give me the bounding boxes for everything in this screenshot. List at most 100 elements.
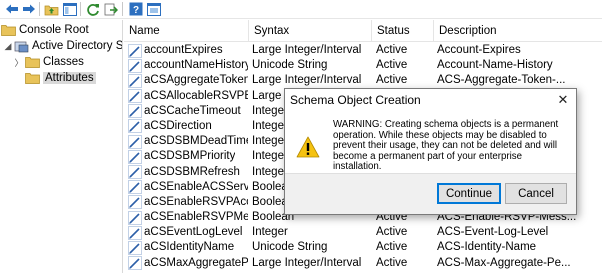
attribute-icon [128,104,142,119]
attribute-name: aCSDSBMPriority [144,150,236,163]
folder-icon [0,22,16,38]
table-row[interactable]: aCSAggregateTokenR... Large Integer/Inter… [124,73,602,88]
help-icon[interactable]: ? [127,1,144,17]
cancel-button[interactable]: Cancel [505,183,567,204]
attribute-name-cell: accountNameHistory [128,58,248,73]
attribute-name-cell: aCSAllocableRSVPBan... [128,89,248,104]
attribute-name-cell: aCSAggregateTokenR... [128,73,248,88]
attribute-description: Account-Name-History [437,59,553,72]
attribute-syntax: Integer [252,226,288,239]
column-header-syntax[interactable]: Syntax [249,20,372,42]
show-hide-tree-icon[interactable] [61,1,78,17]
attribute-syntax: Large Integer/Interval [252,44,362,56]
tree-item-console-root[interactable]: Console Root [0,22,89,38]
attribute-icon [128,165,142,179]
attribute-status: Active [376,226,408,239]
table-row[interactable]: accountNameHistory Unicode String Active Ac… [124,58,602,73]
attribute-status: Active [376,59,408,72]
attribute-name: aCSIdentityName [144,241,235,254]
schema-snapin-icon [13,38,29,54]
attribute-icon [128,89,142,103]
attribute-syntax: Large Integer/Interval [252,256,362,269]
attribute-name: aCSMaxAggregatePea... [144,256,248,269]
attribute-syntax: Unicode String [252,59,328,72]
tree-item-attributes[interactable]: Attributes [24,70,96,86]
dialog-message: WARNING: Creating schema objects is a pe… [333,119,559,173]
attribute-description: ACS-Max-Aggregate-Pe... [437,256,571,269]
tree-item-label: Console Root [19,24,89,36]
refresh-icon[interactable] [84,1,101,17]
properties-icon[interactable] [145,1,162,17]
column-header-name[interactable]: Name [124,20,249,42]
attribute-name-cell: aCSEventLogLevel [128,225,248,240]
attribute-name-cell: accountExpires [128,43,248,58]
attribute-name-cell: aCSEnableACSService [128,180,248,195]
attribute-description: ACS-Aggregate-Token-... [437,74,566,87]
attribute-name: aCSEnableACSService [144,180,248,193]
schema-object-creation-dialog: Schema Object Creation ✕ WARNING: Creati… [284,88,577,215]
up-folder-icon[interactable] [43,1,60,17]
continue-button[interactable]: Continue [437,183,501,204]
attribute-name-cell: aCSDirection [128,119,248,134]
attribute-icon [128,195,142,210]
warning-icon [296,136,320,158]
tree-item-label: Attributes [43,72,96,84]
tree-item-classes[interactable]: 〉 Classes [14,54,84,70]
close-icon[interactable]: ✕ [556,93,570,107]
attribute-name: aCSAggregateTokenR... [144,74,248,87]
table-row[interactable]: aCSEventLogLevel Integer Active ACS-Event-L… [124,225,602,240]
table-row[interactable]: aCSMaxAggregatePea... Large Integer/Inter… [124,256,602,271]
console-tree: Console Root ◢ Active Directory Sche 〉 C… [0,20,123,273]
attribute-name-cell: aCSIdentityName [128,240,248,255]
tree-item-schema-snapin[interactable]: ◢ Active Directory Sche [3,38,123,54]
collapse-arrow-icon[interactable]: ◢ [3,38,13,54]
attribute-name: accountExpires [144,44,223,56]
attribute-icon [128,119,142,134]
attribute-description: ACS-Event-Log-Level [437,226,549,239]
attribute-name-cell: aCSDSBMPriority [128,149,248,164]
expand-arrow-icon[interactable]: 〉 [14,54,24,70]
attribute-icon [128,58,142,73]
attribute-name-cell: aCSMaxAggregatePea... [128,256,248,271]
folder-icon [24,70,40,86]
column-header-status[interactable]: Status [372,20,434,42]
attribute-syntax: Large Integer/Interval [252,74,362,87]
attribute-name: aCSDSBMRefresh [144,165,240,178]
column-header-description[interactable]: Description [434,20,602,42]
attribute-name-cell: aCSEnableRSVPMessa... [128,210,248,225]
forward-arrow-icon[interactable] [20,1,37,17]
dialog-title: Schema Object Creation [285,89,576,111]
attribute-name: aCSDirection [144,119,212,132]
attribute-name: accountNameHistory [144,59,248,72]
list-header: Name Syntax Status Description [124,20,602,42]
dialog-body: WARNING: Creating schema objects is a pe… [285,111,576,173]
attribute-icon [128,210,142,225]
dialog-footer: Continue Cancel [285,173,576,214]
attribute-name-cell: aCSDSBMRefresh [128,165,248,180]
attribute-icon [128,150,142,164]
attribute-status: Active [376,74,408,87]
tree-item-label: Active Directory Sche [32,40,123,52]
svg-text:?: ? [132,5,138,16]
attribute-icon [128,43,142,58]
folder-icon [24,54,40,70]
attribute-icon [128,225,142,240]
attribute-syntax: Unicode String [252,241,328,254]
table-row[interactable]: accountExpires Large Integer/Interval Acti… [124,43,602,58]
attribute-status: Active [376,44,408,56]
table-row[interactable]: aCSIdentityName Unicode String Active ACS-I… [124,240,602,255]
attribute-name: aCSEnableRSVPAccou... [144,195,248,208]
tree-item-label: Classes [43,56,84,68]
attribute-name-cell: aCSDSBMDeadTime [128,134,248,149]
attribute-icon [128,180,142,194]
attribute-icon [128,134,142,149]
attribute-name: aCSEnableRSVPMessa... [144,211,248,224]
attribute-name: aCSEventLogLevel [144,226,243,239]
attribute-icon [128,256,142,270]
attribute-name-cell: aCSEnableRSVPAccou... [128,195,248,210]
back-arrow-icon[interactable] [3,1,20,17]
attribute-status: Active [376,241,408,254]
attribute-status: Active [376,256,408,269]
export-list-icon[interactable] [102,1,119,17]
toolbar: ? [0,0,602,19]
